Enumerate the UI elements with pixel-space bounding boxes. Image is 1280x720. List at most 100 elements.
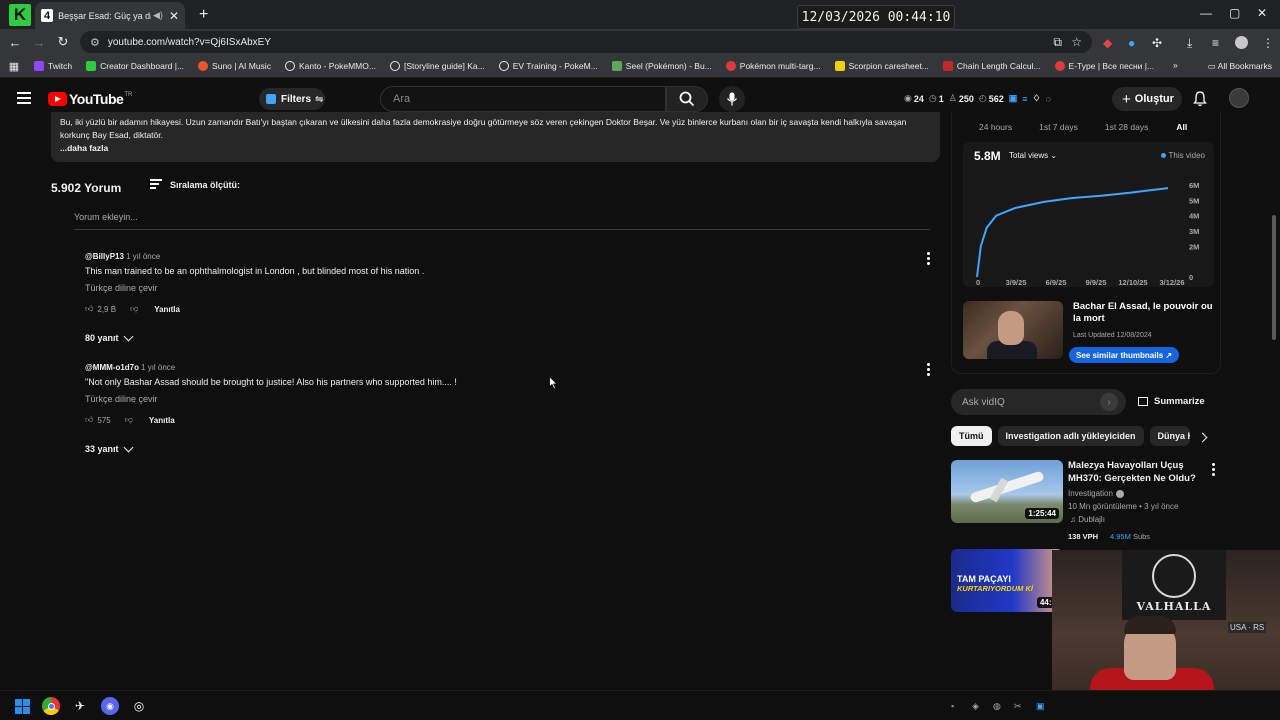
comment-author[interactable]: @MMM-o1d7o <box>85 363 139 372</box>
description-more-link[interactable]: ...daha fazla <box>60 142 931 155</box>
tray-network-icon[interactable]: ◍ <box>993 701 1001 712</box>
discord-taskbar-icon[interactable]: ◉ <box>101 697 119 715</box>
translate-link[interactable]: Türkçe diline çevir <box>85 283 935 293</box>
chrome-taskbar-icon[interactable] <box>42 697 60 715</box>
related-video-thumbnail[interactable]: 1:25:44 <box>951 460 1063 523</box>
comment-time[interactable]: 1 yıl önce <box>141 363 175 372</box>
voice-search-button[interactable] <box>719 86 745 112</box>
extension-icon[interactable]: ◆ <box>1103 36 1112 50</box>
list-icon[interactable]: ≡ <box>1022 94 1027 104</box>
media-control-icon[interactable]: ≡ <box>1212 36 1219 50</box>
bulb-icon[interactable]: ♢ <box>1033 93 1041 104</box>
range-tab-active[interactable]: All <box>1176 122 1187 132</box>
bookmark-item[interactable]: Suno | AI Music <box>198 61 271 71</box>
back-arrow-icon[interactable]: ← <box>3 35 27 50</box>
download-icon[interactable]: ⤓ <box>1187 36 1192 51</box>
all-bookmarks-button[interactable]: ▭ All Bookmarks <box>1208 61 1272 72</box>
windows-start-icon[interactable] <box>13 697 31 715</box>
tray-tool-icon[interactable]: ✂ <box>1014 701 1022 712</box>
profile-avatar-icon[interactable] <box>1235 36 1248 49</box>
chat-icon[interactable]: ◌ <box>1046 94 1051 104</box>
bookmark-item[interactable]: Scorpion caresheet... <box>834 61 929 71</box>
range-tab[interactable]: 1st 28 days <box>1105 122 1148 132</box>
hamburger-menu-icon[interactable] <box>17 92 31 104</box>
audio-playing-icon[interactable]: ◀) <box>153 10 163 21</box>
window-maximize-button[interactable]: ▢ <box>1229 6 1240 20</box>
address-bar[interactable]: ⚙ youtube.com/watch?v=Qj6ISxAbxEY ☆ ⧉ <box>80 31 1092 53</box>
tab-close-button[interactable]: ✕ <box>169 9 179 23</box>
new-tab-button[interactable]: + <box>199 6 208 24</box>
page-scrollbar[interactable] <box>1272 215 1276 340</box>
see-similar-thumbnails-button[interactable]: See similar thumbnails ↗ <box>1069 347 1180 363</box>
summarize-button[interactable]: Summarize <box>1138 396 1205 407</box>
search-button[interactable] <box>666 86 708 112</box>
extension-icon[interactable]: ● <box>1128 36 1135 50</box>
bookmark-item[interactable]: Pokémon multi-targ... <box>725 61 821 71</box>
search-input[interactable]: Ara <box>380 86 666 112</box>
install-app-icon[interactable]: ⧉ <box>1053 35 1062 50</box>
reply-button[interactable]: Yanıtla <box>154 305 180 314</box>
similar-video-title[interactable]: Bachar El Assad, le pouvoir ou la mort <box>1073 301 1213 325</box>
comment-author[interactable]: @BillyP13 <box>85 252 124 261</box>
dislike-icon[interactable]: 👎︎ <box>125 415 133 425</box>
bookmark-item[interactable]: EV Training - PokeM... <box>498 61 598 71</box>
chevron-right-icon[interactable] <box>1197 432 1208 443</box>
create-button[interactable]: + Oluştur <box>1112 87 1182 111</box>
vidiq-badge-icon[interactable]: ▣ <box>1009 93 1018 104</box>
bookmark-star-icon[interactable]: ☆ <box>1071 35 1082 49</box>
bookmark-item[interactable]: Chain Length Calcul... <box>942 61 1041 71</box>
comment-more-icon[interactable] <box>927 363 931 378</box>
like-icon[interactable]: 👍︎ <box>85 304 93 314</box>
obs-taskbar-icon[interactable]: ◎ <box>130 697 148 715</box>
video-description[interactable]: Bu, iki yüzlü bir adamın hikayesi. Uzun … <box>51 112 940 162</box>
chip-all[interactable]: Tümü <box>951 426 992 446</box>
like-icon[interactable]: 👍︎ <box>85 415 93 425</box>
steam-taskbar-icon[interactable]: ✈ <box>71 697 89 715</box>
translate-link[interactable]: Türkçe diline çevir <box>85 394 935 404</box>
bookmarks-overflow-icon[interactable]: » <box>1173 60 1178 70</box>
view-replies-button[interactable]: 80 yanıt <box>85 331 133 343</box>
app-logo-icon[interactable]: K <box>9 3 31 26</box>
apps-grid-icon[interactable]: ▦ <box>2 60 26 73</box>
filters-button[interactable]: Filters ⇋ <box>259 88 325 110</box>
ask-send-icon[interactable]: › <box>1100 393 1118 411</box>
tray-gamepad-icon[interactable]: ◈ <box>972 701 979 712</box>
browser-tab-active[interactable]: 4 Beşşar Esad: Güç ya da Ölüm ◀) ✕ <box>35 2 185 29</box>
tray-app-icon[interactable]: ▣ <box>1036 701 1045 712</box>
bookmark-item[interactable]: [Storyline guide] Ka... <box>389 61 485 71</box>
bookmark-item[interactable]: Kanto - PokeMMO... <box>284 61 376 71</box>
bookmark-item[interactable]: Seel (Pokémon) - Bu... <box>611 61 712 71</box>
stat-time: 562 <box>988 93 1004 104</box>
related-video-more-icon[interactable] <box>1212 463 1216 478</box>
chip-world[interactable]: Dünya H <box>1149 426 1190 446</box>
url-text[interactable]: youtube.com/watch?v=Qj6ISxAbxEY <box>108 37 271 48</box>
chip-from-uploader[interactable]: Investigation adlı yükleyiciden <box>997 426 1144 446</box>
similar-thumbnail[interactable] <box>963 301 1063 359</box>
view-replies-button[interactable]: 33 yanıt <box>85 442 133 454</box>
notifications-bell-icon[interactable] <box>1193 91 1207 107</box>
comment-time[interactable]: 1 yıl önce <box>126 252 160 261</box>
bookmark-item[interactable]: E-Type | Все песни |... <box>1054 61 1154 71</box>
reply-button[interactable]: Yanıtla <box>149 416 175 425</box>
related-video-channel[interactable]: Investigation <box>1068 489 1124 498</box>
reload-icon[interactable]: ↻ <box>51 34 75 50</box>
bookmark-item[interactable]: Creator Dashboard |... <box>86 61 184 71</box>
bookmark-item[interactable]: Twitch <box>34 61 72 71</box>
related-video-thumbnail[interactable]: TAM PAÇAYI KURTARIYORDUM Kİ 44:1 <box>951 549 1063 612</box>
account-avatar[interactable] <box>1229 88 1249 108</box>
forward-arrow-icon[interactable]: → <box>27 35 51 50</box>
youtube-logo[interactable]: YouTube TR <box>48 91 132 107</box>
comment-more-icon[interactable] <box>927 252 931 267</box>
window-close-button[interactable]: ✕ <box>1257 6 1267 20</box>
window-minimize-button[interactable]: — <box>1200 6 1212 20</box>
sort-comments-button[interactable]: Sıralama ölçütü: <box>150 179 240 191</box>
chrome-menu-icon[interactable]: ⋮ <box>1262 36 1274 50</box>
range-tab[interactable]: 1st 7 days <box>1039 122 1078 132</box>
site-info-icon[interactable]: ⚙ <box>90 36 100 49</box>
add-comment-input[interactable]: Yorum ekleyin... <box>74 212 930 230</box>
extensions-puzzle-icon[interactable]: ✣ <box>1152 36 1162 50</box>
related-video-title[interactable]: Malezya Havayolları Uçuş MH370: Gerçekte… <box>1068 460 1208 485</box>
tray-nvidia-icon[interactable]: ▪ <box>951 701 954 711</box>
range-tab[interactable]: 24 hours <box>979 122 1012 132</box>
dislike-icon[interactable]: 👎︎ <box>130 304 138 314</box>
